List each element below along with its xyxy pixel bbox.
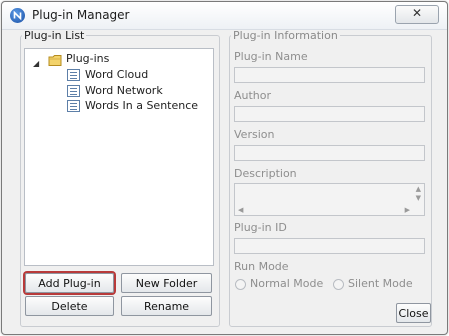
plugin-name-label: Plug-in Name [234,50,308,63]
plugin-id-label: Plug-in ID [234,221,287,234]
close-button[interactable]: Close [396,303,431,323]
tree-item-label: Word Network [85,84,163,97]
scroll-left-icon[interactable]: ◀ [238,206,243,214]
silent-mode-label: Silent Mode [348,277,413,290]
app-icon [10,8,25,23]
add-plugin-button[interactable]: Add Plug-in [25,273,114,293]
scroll-right-icon[interactable]: ▶ [405,206,410,214]
tree-item-word-network[interactable]: Word Network [85,83,163,99]
author-field[interactable] [234,106,425,122]
plugin-info-legend: Plug-in Information [233,29,338,42]
new-folder-button[interactable]: New Folder [121,273,212,293]
tree-item-words-in-a-sentence[interactable]: Words In a Sentence [85,98,198,114]
delete-button[interactable]: Delete [25,296,114,316]
silent-mode-radio[interactable] [333,279,344,290]
scroll-down-icon[interactable]: ▼ [416,194,421,202]
version-field[interactable] [234,145,425,161]
plugin-node-icon [67,100,80,112]
window-close-button[interactable]: ✕ [395,5,439,24]
tree-folder-plugins[interactable]: Plug-ins [66,51,109,67]
plugin-name-field[interactable] [234,67,425,83]
tree-item-label: Word Cloud [85,68,149,81]
plugin-id-field[interactable] [234,238,425,254]
tree-folder-label: Plug-ins [66,52,110,65]
plugin-list-legend: Plug-in List [24,29,85,42]
description-label: Description [234,167,297,180]
rename-button[interactable]: Rename [121,296,212,316]
tree-item-word-cloud[interactable]: Word Cloud [85,67,148,83]
plugin-tree[interactable]: ◢ Plug-ins Word Cloud Word Network Words… [24,48,214,266]
folder-icon [48,54,63,67]
normal-mode-label: Normal Mode [250,277,324,290]
author-label: Author [234,89,272,102]
title-bar[interactable]: Plug-in Manager ✕ [2,2,447,30]
plugin-node-icon [67,85,80,97]
window-title: Plug-in Manager [32,8,130,22]
plugin-node-icon [67,69,80,81]
scroll-up-icon[interactable]: ▲ [416,185,421,193]
run-mode-label: Run Mode [234,260,289,273]
tree-item-label: Words In a Sentence [85,99,199,112]
version-label: Version [234,128,275,141]
collapse-arrow-icon[interactable]: ◢ [33,59,39,68]
description-field[interactable]: ▲ ▼ ◀ ▶ [234,183,425,216]
normal-mode-radio[interactable] [235,279,246,290]
